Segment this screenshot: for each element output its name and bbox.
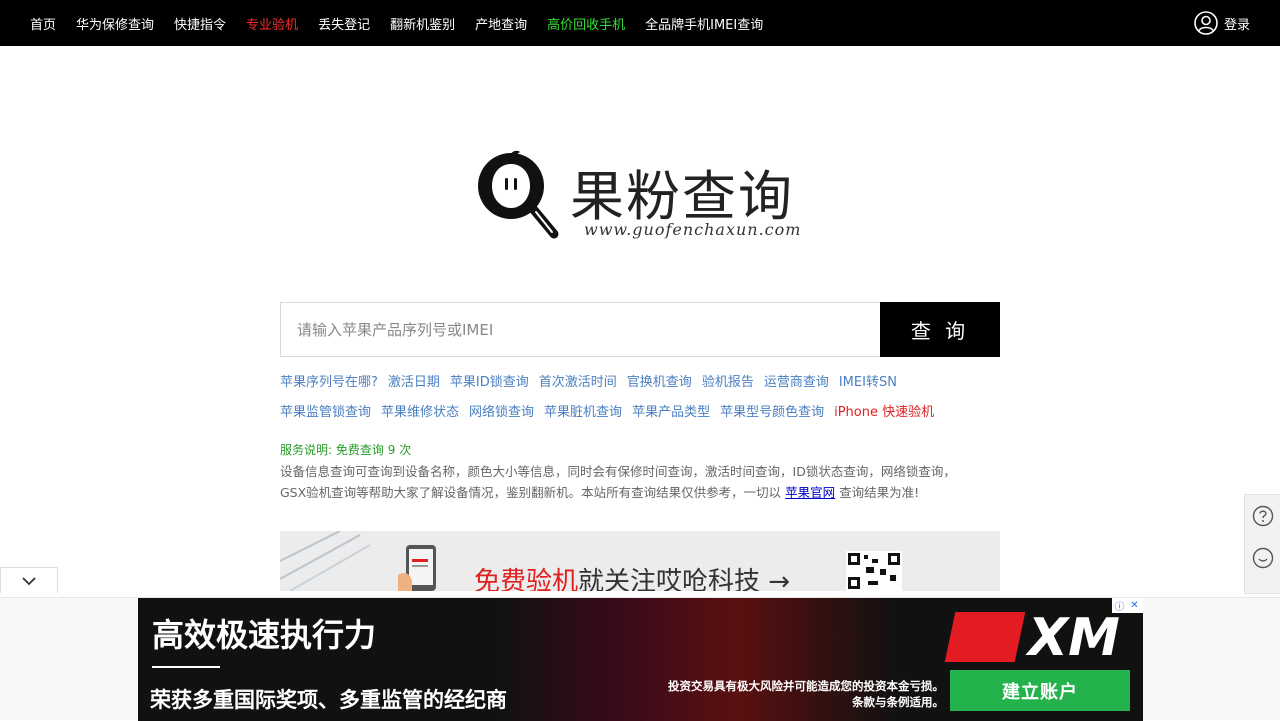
user-icon xyxy=(1194,11,1218,35)
quick-link[interactable]: 运营商查询 xyxy=(764,371,829,390)
quick-link[interactable]: 验机报告 xyxy=(702,371,754,390)
ad-divider xyxy=(152,666,220,668)
quick-link[interactable]: 网络锁查询 xyxy=(469,401,534,420)
open-account-button[interactable]: 建立账户 xyxy=(950,670,1130,711)
service-unit: 次 xyxy=(399,443,412,457)
quick-links-row-1: 苹果序列号在哪? 激活日期 苹果ID锁查询 首次激活时间 官换机查询 验机报告 运营商查询 I… xyxy=(280,371,1020,390)
quick-link[interactable]: 苹果序列号在哪? xyxy=(280,371,378,390)
quick-link[interactable]: 苹果维修状态 xyxy=(381,401,459,420)
quick-link[interactable]: 首次激活时间 xyxy=(539,371,617,390)
description-line-1: 设备信息查询可查询到设备名称，颜色大小等信息，同时会有保修时间查询，激活时间查询… xyxy=(280,464,956,479)
ad-close-icon[interactable]: ✕ xyxy=(1127,598,1142,613)
service-free-text: 免费查询 xyxy=(335,443,384,457)
nav-item-6[interactable]: 产地查询 xyxy=(475,14,527,33)
quick-link[interactable]: 苹果型号颜色查询 xyxy=(720,401,824,420)
phone-hand-icon xyxy=(398,545,436,591)
chevron-down-icon xyxy=(22,576,36,585)
description-line-2: GSX验机查询等帮助大家了解设备情况，鉴别翻新机。本站所有查询结果仅供参考，一切… xyxy=(280,482,1000,503)
nav-item-0[interactable]: 首页 xyxy=(30,14,56,33)
risk-line-1: 投资交易具有极大风险并可能造成您的投资本金亏损。 xyxy=(668,679,944,693)
risk-line-2: 条款与条例适用。 xyxy=(852,695,944,709)
quick-link[interactable]: 苹果ID锁查询 xyxy=(450,371,529,390)
service-info: 服务说明: 免费查询 9 次 xyxy=(280,441,1000,458)
nav-item-8[interactable]: 全品牌手机IMEI查询 xyxy=(645,14,763,33)
ad-subline: 荣获多重国际奖项、多重监管的经纪商 xyxy=(150,688,507,712)
nav-item-7[interactable]: 高价回收手机 xyxy=(547,14,625,33)
nav-item-4[interactable]: 丢失登记 xyxy=(318,14,370,33)
service-label: 服务说明: xyxy=(280,443,333,457)
service-count: 9 xyxy=(387,443,396,457)
qr-code-icon xyxy=(846,551,902,591)
promo-banner[interactable]: 免费验机就关注哎呛科技 → xyxy=(280,531,1000,591)
description-line-2-after: 查询结果为准! xyxy=(839,485,920,500)
promo-text: 免费验机就关注哎呛科技 → xyxy=(474,561,790,591)
side-toolbar xyxy=(1244,494,1280,594)
promo-highlight: 免费验机 xyxy=(474,567,579,591)
ad-brand: XM xyxy=(1028,608,1120,668)
quick-links-row-2: 苹果监管锁查询 苹果维修状态 网络锁查询 苹果脏机查询 苹果产品类型 苹果型号颜色查询 iP… xyxy=(280,401,1020,420)
advertisement[interactable]: 高效极速执行力 荣获多重国际奖项、多重监管的经纪商 XM 投资交易具有极大风险并… xyxy=(138,598,1143,721)
ad-risk-warning: 投资交易具有极大风险并可能造成您的投资本金亏损。 条款与条例适用。 xyxy=(624,678,944,710)
description-line-2-before: GSX验机查询等帮助大家了解设备情况，鉴别翻新机。本站所有查询结果仅供参考，一切… xyxy=(280,485,782,500)
search-button[interactable]: 查 询 xyxy=(880,302,1000,357)
xm-logo-mark xyxy=(944,612,1026,662)
ad-headline: 高效极速执行力 xyxy=(152,616,377,654)
nav-item-3[interactable]: 专业验机 xyxy=(246,14,298,33)
chat-icon[interactable] xyxy=(1252,547,1274,569)
promo-rest: 就关注哎呛科技 → xyxy=(578,567,791,591)
logo-url: www.guofenchaxun.com xyxy=(584,220,802,239)
quick-link[interactable]: 激活日期 xyxy=(388,371,440,390)
stripes-decoration xyxy=(280,531,370,591)
login-link[interactable]: 登录 xyxy=(1194,0,1250,46)
quick-link[interactable]: 苹果脏机查询 xyxy=(544,401,622,420)
quick-link[interactable]: iPhone 快速验机 xyxy=(834,401,934,420)
quick-link[interactable]: IMEI转SN xyxy=(839,371,897,390)
nav-item-5[interactable]: 翻新机鉴别 xyxy=(390,14,455,33)
ad-choices: ⓘ ✕ xyxy=(1112,598,1143,613)
serial-search-input[interactable] xyxy=(280,302,880,357)
help-icon[interactable] xyxy=(1252,505,1274,527)
search-bar: 查 询 xyxy=(280,302,1000,357)
service-description: 设备信息查询可查询到设备名称，颜色大小等信息，同时会有保修时间查询，激活时间查询… xyxy=(280,461,1000,503)
quick-link[interactable]: 官换机查询 xyxy=(627,371,692,390)
main-nav: 首页 华为保修查询 快捷指令 专业验机 丢失登记 翻新机鉴别 产地查询 高价回收手机 全品牌手机… xyxy=(0,0,783,46)
apple-official-link[interactable]: 苹果官网 xyxy=(785,485,835,500)
quick-link[interactable]: 苹果产品类型 xyxy=(632,401,710,420)
ad-bar: 高效极速执行力 荣获多重国际奖项、多重监管的经纪商 XM 投资交易具有极大风险并… xyxy=(0,597,1280,721)
nav-item-1[interactable]: 华为保修查询 xyxy=(76,14,154,33)
ad-info-icon[interactable]: ⓘ xyxy=(1112,598,1127,613)
collapse-toggle[interactable] xyxy=(0,567,58,593)
nav-item-2[interactable]: 快捷指令 xyxy=(174,14,226,33)
site-logo[interactable]: 果粉查询 www.guofenchaxun.com xyxy=(476,148,816,244)
top-navigation-bar: 首页 华为保修查询 快捷指令 专业验机 丢失登记 翻新机鉴别 产地查询 高价回收手机 全品牌手机… xyxy=(0,0,1280,46)
login-label: 登录 xyxy=(1223,17,1250,33)
apple-magnifier-icon xyxy=(478,150,559,239)
quick-link[interactable]: 苹果监管锁查询 xyxy=(280,401,371,420)
